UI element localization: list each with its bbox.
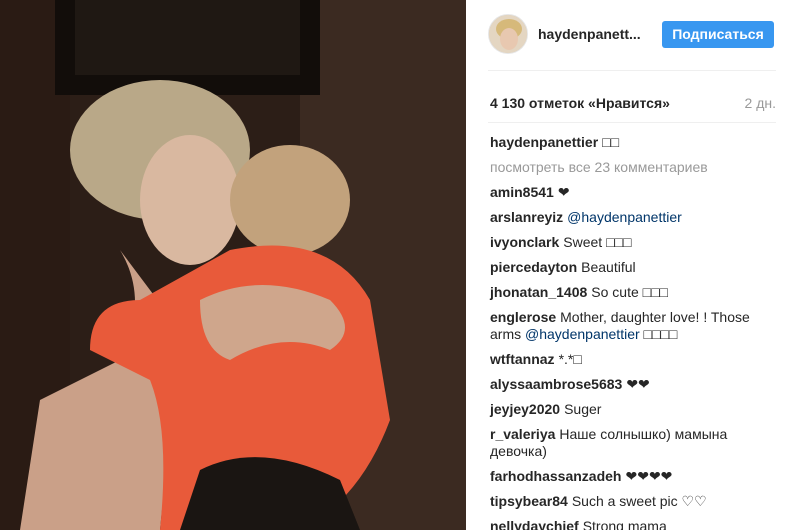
comment: englerose Mother, daughter love! ! Those …: [490, 309, 780, 343]
comment-username[interactable]: ivyonclark: [490, 234, 559, 250]
comment: tipsybear84 Such a sweet pic ♡♡: [490, 493, 780, 510]
comment: amin8541 ❤: [490, 184, 780, 201]
comment-username[interactable]: tipsybear84: [490, 493, 568, 509]
comment-mention[interactable]: @haydenpanettier: [567, 209, 682, 225]
likes-divider: [488, 122, 776, 123]
comment: alyssaambrose5683 ❤❤: [490, 376, 780, 393]
comment: jhonatan_1408 So cute □□□: [490, 284, 780, 301]
view-all-comments-link[interactable]: посмотреть все 23 комментариев: [490, 159, 780, 176]
post-username[interactable]: haydenpanett...: [538, 26, 641, 42]
comment-text: ❤: [557, 184, 570, 200]
comment: farhodhassanzadeh ❤❤❤❤: [490, 468, 780, 485]
comment: wtftannaz *.*□: [490, 351, 780, 368]
comment-text: ❤❤❤❤: [625, 468, 673, 484]
comment-text: Sweet □□□: [563, 234, 632, 250]
comment-username[interactable]: wtftannaz: [490, 351, 555, 367]
post-photo[interactable]: [0, 0, 466, 530]
comment-username[interactable]: nellydaychief: [490, 518, 579, 530]
comment-username[interactable]: amin8541: [490, 184, 554, 200]
comment-username[interactable]: farhodhassanzadeh: [490, 468, 621, 484]
comment: nellydaychief Strong mama: [490, 518, 780, 530]
comment-text: Suger: [564, 401, 602, 417]
comment: piercedayton Beautiful: [490, 259, 780, 276]
comment-text: Strong mama: [582, 518, 667, 530]
comment-username[interactable]: arslanreyiz: [490, 209, 563, 225]
follow-button[interactable]: Подписаться: [662, 21, 774, 48]
caption-text: □□: [602, 134, 620, 150]
comment-text: ❤❤: [626, 376, 650, 392]
comment-username[interactable]: englerose: [490, 309, 556, 325]
comment-username[interactable]: piercedayton: [490, 259, 577, 275]
comment: r_valeriya Наше солнышко) мамына девочка): [490, 426, 780, 460]
avatar[interactable]: [488, 14, 528, 54]
comment-text: So cute □□□: [591, 284, 668, 300]
comment-text: *.*□: [558, 351, 582, 367]
header-divider: [488, 70, 776, 71]
likes-count[interactable]: 4 130 отметок «Нравится»: [490, 95, 670, 111]
photo-illustration: [0, 0, 466, 530]
comment-username[interactable]: alyssaambrose5683: [490, 376, 622, 392]
caption-username[interactable]: haydenpanettier: [490, 134, 598, 150]
comment-emoji: □□□□: [643, 326, 678, 342]
comment-text: Such a sweet pic ♡♡: [571, 493, 707, 509]
comment-username[interactable]: jeyjey2020: [490, 401, 560, 417]
comment: jeyjey2020 Suger: [490, 401, 780, 418]
comment: ivyonclark Sweet □□□: [490, 234, 780, 251]
comment-username[interactable]: jhonatan_1408: [490, 284, 587, 300]
comment-mention[interactable]: @haydenpanettier: [525, 326, 640, 342]
comments-list: haydenpanettier □□ посмотреть все 23 комм…: [490, 134, 780, 530]
post-header: haydenpanett... Подписаться: [466, 0, 788, 70]
likes-row: 4 130 отметок «Нравится» 2 дн.: [490, 95, 776, 111]
comment: arslanreyiz @haydenpanettier: [490, 209, 780, 226]
caption: haydenpanettier □□: [490, 134, 780, 151]
comment-username[interactable]: r_valeriya: [490, 426, 555, 442]
post-time[interactable]: 2 дн.: [745, 95, 776, 111]
comment-text: Beautiful: [581, 259, 636, 275]
post-sidebar: haydenpanett... Подписаться 4 130 отмето…: [466, 0, 788, 530]
